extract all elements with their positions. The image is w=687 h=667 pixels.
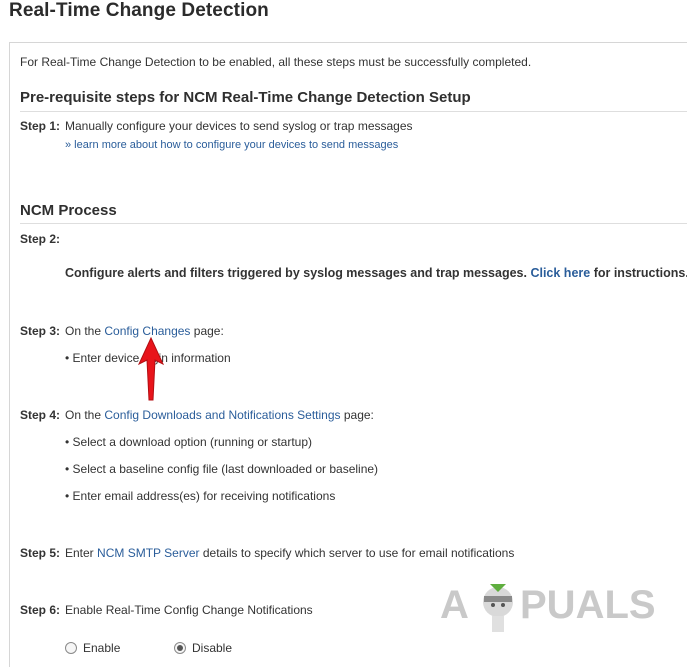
appuals-watermark-logo: A PUALS [440, 583, 656, 632]
step1-text: Manually configure your devices to send … [65, 119, 413, 133]
smtp-server-link[interactable]: NCM SMTP Server [97, 546, 199, 560]
step3-suffix: page: [193, 324, 224, 338]
step2-description: Configure alerts and filters triggered b… [65, 266, 527, 280]
step4-suffix: page: [343, 408, 374, 422]
enable-radio[interactable] [65, 642, 77, 654]
step3-prefix: On the [65, 324, 102, 338]
step5-label: Step 5: [20, 546, 61, 560]
config-downloads-link[interactable]: Config Downloads and Notifications Setti… [104, 408, 340, 422]
step6-label: Step 6: [20, 603, 61, 617]
step4-bullet: • Select a baseline config file (last do… [65, 462, 379, 476]
step3-label: Step 3: [20, 324, 61, 338]
step2-text: Configure alerts and filters triggered b… [65, 266, 687, 280]
process-rule [20, 223, 687, 224]
step6-text: Enable Real-Time Config Change Notificat… [65, 603, 313, 617]
intro-text: For Real-Time Change Detection to be ena… [20, 55, 532, 69]
process-heading: NCM Process [20, 202, 117, 219]
disable-radio-label: Disable [192, 641, 233, 655]
red-arrow-icon [137, 336, 165, 401]
step4-bullet: • Enter email address(es) for receiving … [65, 489, 336, 503]
svg-text:PUALS: PUALS [520, 583, 656, 627]
step4-label: Step 4: [20, 408, 61, 422]
disable-radio[interactable] [174, 642, 186, 654]
enable-radio-label: Enable [83, 641, 121, 655]
disable-radio-option[interactable]: Disable [174, 641, 232, 655]
enable-radio-option[interactable]: Enable [65, 641, 120, 655]
learn-more-link[interactable]: » learn more about how to configure your… [65, 139, 398, 151]
step4-bullet: • Select a download option (running or s… [65, 435, 313, 449]
step2-after: for instructions. [593, 266, 687, 280]
prereq-rule [20, 111, 687, 112]
step2-label: Step 2: [20, 232, 61, 246]
step4-text: On the Config Downloads and Notification… [65, 408, 374, 422]
svg-text:A: A [440, 583, 469, 627]
step1-label: Step 1: [20, 119, 61, 133]
step5-suffix: details to specify which server to use f… [202, 546, 515, 560]
step5-prefix: Enter [65, 546, 94, 560]
step4-prefix: On the [65, 408, 102, 422]
click-here-link[interactable]: Click here [530, 266, 590, 280]
step5-text: Enter NCM SMTP Server details to specify… [65, 546, 514, 560]
page-title: Real-Time Change Detection [9, 0, 269, 21]
prereq-heading: Pre-requisite steps for NCM Real-Time Ch… [20, 89, 471, 106]
